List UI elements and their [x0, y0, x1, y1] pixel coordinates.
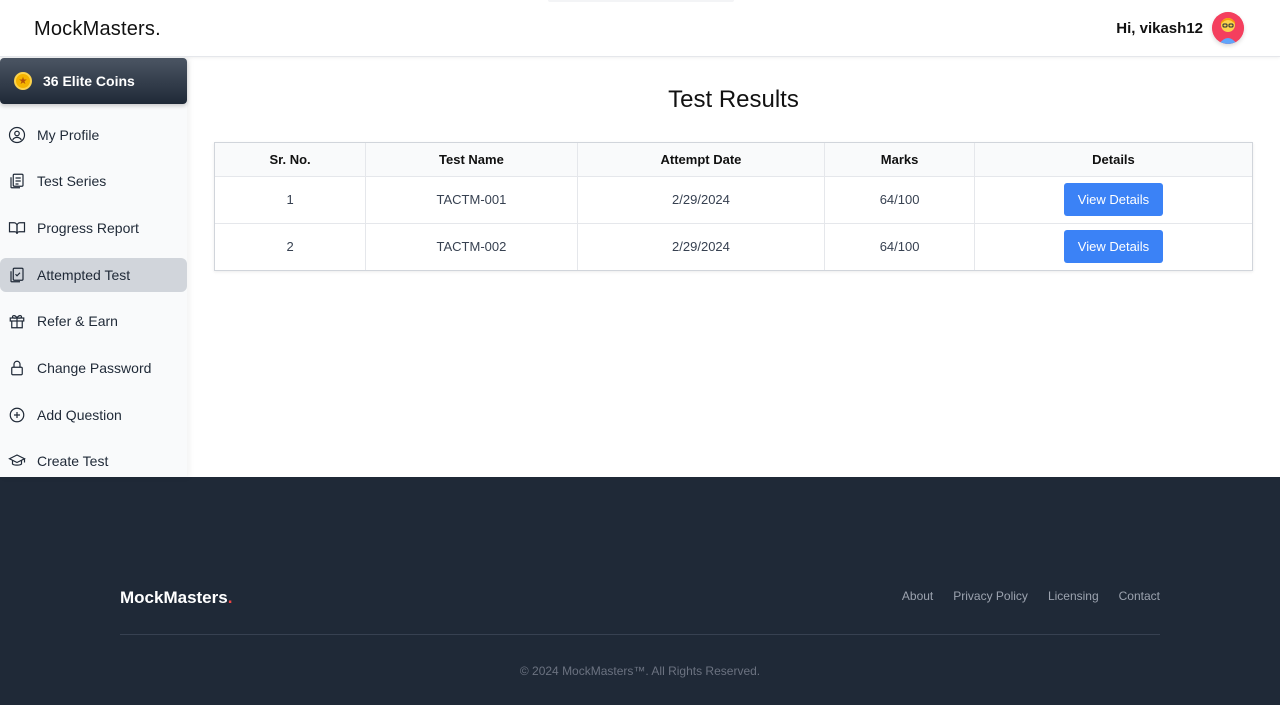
sidebar-item-label: Change Password [37, 360, 152, 376]
footer-link-privacy-policy[interactable]: Privacy Policy [953, 589, 1028, 603]
cell-attempt-date: 2/29/2024 [577, 176, 826, 224]
user-circle-icon [8, 126, 26, 144]
cell-marks: 64/100 [824, 223, 975, 270]
gift-icon [8, 312, 26, 330]
cell-details: View Details [974, 223, 1252, 270]
column-header-details: Details [974, 143, 1252, 177]
footer-link-contact[interactable]: Contact [1119, 589, 1160, 603]
footer-logo-dot: . [227, 588, 233, 607]
page-title: Test Results [668, 86, 799, 113]
sidebar-item-label: Add Question [37, 407, 122, 423]
coin-icon: ★ [14, 72, 32, 90]
sidebar-item-my-profile[interactable]: My Profile [0, 118, 187, 152]
user-greeting: Hi, vikash12 [1116, 20, 1203, 37]
sidebar-item-refer-earn[interactable]: Refer & Earn [0, 304, 187, 338]
column-header-attempt-date: Attempt Date [577, 143, 826, 177]
cell-sr-no: 1 [215, 176, 367, 224]
elite-coins-badge[interactable]: ★ 36 Elite Coins [0, 58, 187, 104]
footer-logo-text: MockMasters [120, 588, 228, 607]
column-header-sr-no: Sr. No. [215, 143, 367, 177]
lock-icon [8, 359, 26, 377]
coins-label: 36 Elite Coins [43, 73, 135, 89]
sidebar-item-label: Create Test [37, 453, 109, 469]
view-details-button[interactable]: View Details [1063, 183, 1163, 216]
footer-link-about[interactable]: About [902, 589, 933, 603]
table-header-row: Sr. No. Test Name Attempt Date Marks Det… [215, 143, 1252, 177]
sidebar-item-label: Test Series [37, 173, 107, 189]
sidebar-item-label: Attempted Test [37, 267, 131, 283]
sidebar: ★ 36 Elite Coins My Profile Test Series … [0, 57, 187, 477]
footer-links: About Privacy Policy Licensing Contact [902, 589, 1160, 603]
sidebar-item-label: Refer & Earn [37, 313, 118, 329]
sidebar-item-progress-report[interactable]: Progress Report [0, 211, 187, 245]
avatar-icon [1212, 12, 1244, 44]
column-header-marks: Marks [824, 143, 975, 177]
cell-details: View Details [974, 176, 1252, 224]
sidebar-item-attempted-test[interactable]: Attempted Test [0, 258, 187, 292]
user-avatar[interactable] [1212, 12, 1244, 44]
sidebar-item-create-test[interactable]: Create Test [0, 444, 187, 478]
footer-divider [120, 634, 1160, 635]
footer-logo[interactable]: MockMasters. [120, 588, 232, 608]
copyright-text: © 2024 MockMasters™. All Rights Reserved… [519, 664, 761, 678]
brand-logo[interactable]: MockMasters. [34, 18, 161, 41]
graduation-cap-icon [8, 452, 26, 470]
sidebar-item-change-password[interactable]: Change Password [0, 351, 187, 385]
cell-test-name: TACTM-001 [365, 176, 578, 224]
footer-link-licensing[interactable]: Licensing [1048, 589, 1099, 603]
clipboard-icon [8, 172, 26, 190]
book-open-icon [8, 219, 26, 237]
table-row: 1 TACTM-001 2/29/2024 64/100 View Detail… [215, 176, 1252, 224]
top-header: MockMasters. Hi, vikash12 [0, 0, 1280, 57]
cell-sr-no: 2 [215, 223, 367, 270]
table-row: 2 TACTM-002 2/29/2024 64/100 View Detail… [215, 223, 1252, 270]
sidebar-item-label: My Profile [37, 127, 100, 143]
sidebar-item-test-series[interactable]: Test Series [0, 164, 187, 198]
clipboard-check-icon [8, 266, 26, 284]
plus-circle-icon [8, 406, 26, 424]
results-table: Sr. No. Test Name Attempt Date Marks Det… [214, 142, 1253, 271]
view-details-button[interactable]: View Details [1063, 230, 1163, 264]
cell-test-name: TACTM-002 [365, 223, 578, 270]
sidebar-item-label: Progress Report [37, 220, 139, 236]
cell-marks: 64/100 [824, 176, 975, 224]
cell-attempt-date: 2/29/2024 [577, 223, 826, 270]
sidebar-item-add-question[interactable]: Add Question [0, 398, 187, 432]
header-tab-decoration [548, 0, 734, 2]
footer: MockMasters. About Privacy Policy Licens… [0, 477, 1280, 705]
column-header-test-name: Test Name [365, 143, 578, 177]
